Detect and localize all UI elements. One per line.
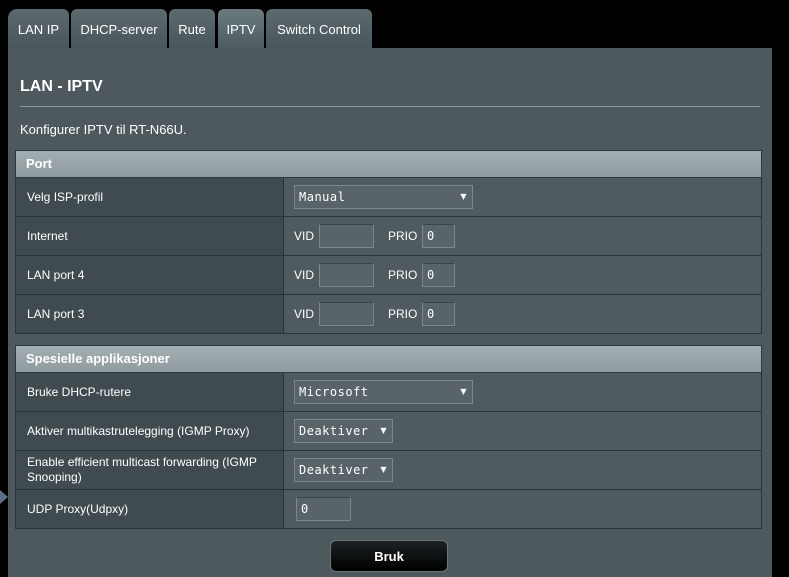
right-edge <box>772 0 789 577</box>
title-divider <box>20 106 760 107</box>
dhcp-routes-select[interactable]: Microsoft ▼ <box>294 380 473 404</box>
igmp-proxy-field: Deaktiver ▼ <box>284 412 762 451</box>
page-description: Konfigurer IPTV til RT-N66U. <box>20 122 187 137</box>
udpxy-field: 0 <box>284 490 762 529</box>
tab-switch-control[interactable]: Switch Control <box>266 9 372 49</box>
page-title: LAN - IPTV <box>20 78 103 95</box>
chevron-down-icon: ▼ <box>380 426 387 435</box>
lan-port-4-vid-input[interactable] <box>319 263 374 287</box>
section-header-special: Spesielle applikasjoner <box>15 345 762 373</box>
lan-port-3-field: VID PRIO 0 <box>284 295 762 334</box>
chevron-down-icon: ▼ <box>460 192 467 201</box>
vid-label: VID <box>294 307 315 321</box>
side-arrow-icon <box>0 490 8 504</box>
lan-port-3-row: LAN port 3 VID PRIO 0 <box>15 295 762 334</box>
vid-label: VID <box>294 229 315 243</box>
lan-port-4-label: LAN port 4 <box>15 256 284 295</box>
lan-port-3-vid-input[interactable] <box>319 302 374 326</box>
lan-port-4-row: LAN port 4 VID PRIO 0 <box>15 256 762 295</box>
isp-profile-select[interactable]: Manual ▼ <box>294 185 473 209</box>
lan-port-4-field: VID PRIO 0 <box>284 256 762 295</box>
isp-profile-value: Manual <box>299 190 346 204</box>
igmp-snooping-label: Enable efficient multicast forwarding (I… <box>15 451 284 490</box>
apply-button[interactable]: Bruk <box>330 540 448 572</box>
lan-port-3-label: LAN port 3 <box>15 295 284 334</box>
udpxy-row: UDP Proxy(Udpxy) 0 <box>15 490 762 529</box>
lan-port-4-prio-input[interactable]: 0 <box>422 263 455 287</box>
dhcp-routes-field: Microsoft ▼ <box>284 373 762 412</box>
tab-rute[interactable]: Rute <box>169 9 215 49</box>
vid-label: VID <box>294 268 315 282</box>
isp-profile-row: Velg ISP-profil Manual ▼ <box>15 178 762 217</box>
section-header-port: Port <box>15 150 762 178</box>
prio-label: PRIO <box>388 229 418 243</box>
igmp-snooping-select[interactable]: Deaktiver ▼ <box>294 458 393 482</box>
isp-profile-label: Velg ISP-profil <box>15 178 284 217</box>
dhcp-routes-value: Microsoft <box>299 385 369 399</box>
internet-row: Internet VID PRIO 0 <box>15 217 762 256</box>
dhcp-routes-row: Bruke DHCP-rutere Microsoft ▼ <box>15 373 762 412</box>
tab-lan-ip[interactable]: LAN IP <box>8 9 69 49</box>
igmp-proxy-select[interactable]: Deaktiver ▼ <box>294 419 393 443</box>
igmp-snooping-row: Enable efficient multicast forwarding (I… <box>15 451 762 490</box>
udpxy-label: UDP Proxy(Udpxy) <box>15 490 284 529</box>
tab-iptv[interactable]: IPTV <box>218 9 264 49</box>
internet-field: VID PRIO 0 <box>284 217 762 256</box>
igmp-proxy-row: Aktiver multikastrutelegging (IGMP Proxy… <box>15 412 762 451</box>
main-panel: LAN - IPTV Konfigurer IPTV til RT-N66U. … <box>8 48 772 577</box>
igmp-snooping-field: Deaktiver ▼ <box>284 451 762 490</box>
igmp-snooping-value: Deaktiver <box>299 463 369 477</box>
internet-label: Internet <box>15 217 284 256</box>
igmp-proxy-value: Deaktiver <box>299 424 369 438</box>
prio-label: PRIO <box>388 268 418 282</box>
chevron-down-icon: ▼ <box>460 387 467 396</box>
internet-vid-input[interactable] <box>319 224 374 248</box>
prio-label: PRIO <box>388 307 418 321</box>
lan-port-3-prio-input[interactable]: 0 <box>422 302 455 326</box>
isp-profile-field: Manual ▼ <box>284 178 762 217</box>
dhcp-routes-label: Bruke DHCP-rutere <box>15 373 284 412</box>
internet-prio-input[interactable]: 0 <box>422 224 455 248</box>
igmp-proxy-label: Aktiver multikastrutelegging (IGMP Proxy… <box>15 412 284 451</box>
chevron-down-icon: ▼ <box>380 465 387 474</box>
tab-dhcp-server[interactable]: DHCP-server <box>71 9 167 49</box>
udpxy-input[interactable]: 0 <box>296 497 351 521</box>
